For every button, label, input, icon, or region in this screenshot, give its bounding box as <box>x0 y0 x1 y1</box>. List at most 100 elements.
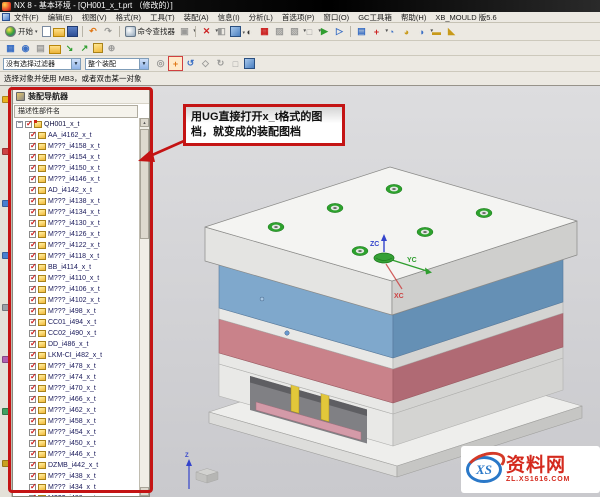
checkbox-icon[interactable] <box>29 418 36 425</box>
part-icon <box>34 121 42 128</box>
resource-bar-icon[interactable] <box>2 96 9 103</box>
checkbox-icon[interactable] <box>29 220 36 227</box>
part-icon <box>38 352 46 359</box>
checkbox-icon[interactable] <box>29 231 36 238</box>
navigator-scrollbar[interactable]: ▲ ▼ <box>139 118 149 496</box>
checkbox-icon[interactable] <box>29 143 36 150</box>
checkbox-icon[interactable] <box>29 429 36 436</box>
checkbox-icon[interactable] <box>29 363 36 370</box>
resource-bar-icon[interactable] <box>2 356 9 363</box>
part-icon <box>38 154 46 161</box>
checkbox-icon[interactable] <box>29 484 36 491</box>
part-name: M???_i4158_x_t <box>48 143 100 150</box>
checkbox-icon[interactable] <box>25 121 32 128</box>
checkbox-icon[interactable] <box>29 198 36 205</box>
checkbox-icon[interactable] <box>29 319 36 326</box>
resource-bar-icon[interactable] <box>2 460 9 467</box>
checkbox-icon[interactable] <box>29 396 36 403</box>
checkbox-icon[interactable] <box>29 473 36 480</box>
checkbox-icon[interactable] <box>29 176 36 183</box>
tree-item[interactable]: M???_i4134_x_t <box>13 207 139 218</box>
checkbox-icon[interactable] <box>29 440 36 447</box>
tree-item[interactable]: M???_i434_x_t <box>13 482 139 493</box>
checkbox-icon[interactable] <box>29 297 36 304</box>
tree-item[interactable]: M???_i4126_x_t <box>13 229 139 240</box>
checkbox-icon[interactable] <box>29 385 36 392</box>
checkbox-icon[interactable] <box>29 374 36 381</box>
resource-bar-icon[interactable] <box>2 408 9 415</box>
tree-item[interactable]: CC01_i494_x_t <box>13 317 139 328</box>
scroll-down-icon[interactable]: ▼ <box>140 487 149 496</box>
checkbox-icon[interactable] <box>29 330 36 337</box>
tree-item[interactable]: M???_i4146_x_t <box>13 174 139 185</box>
collapse-icon[interactable] <box>16 121 23 128</box>
wcs-origin[interactable] <box>374 253 394 263</box>
tree-item[interactable]: M???_i446_x_t <box>13 449 139 460</box>
resource-bar-icon[interactable] <box>2 304 9 311</box>
checkbox-icon[interactable] <box>29 451 36 458</box>
tree-item[interactable]: M???_i4110_x_t <box>13 273 139 284</box>
tree-item[interactable]: BB_i4114_x_t <box>13 262 139 273</box>
resource-bar[interactable] <box>0 86 12 497</box>
tree-item[interactable]: DZMB_i442_x_t <box>13 460 139 471</box>
tree-item[interactable]: M???_i478_x_t <box>13 361 139 372</box>
column-header-part-name[interactable]: 描述性部件名 <box>14 105 138 118</box>
checkbox-icon[interactable] <box>29 341 36 348</box>
tree-item[interactable]: M???_i4154_x_t <box>13 152 139 163</box>
checkbox-icon[interactable] <box>29 352 36 359</box>
tree-item[interactable]: CC02_i490_x_t <box>13 328 139 339</box>
checkbox-icon[interactable] <box>29 154 36 161</box>
tree-item[interactable]: AA_i4162_x_t <box>13 130 139 141</box>
part-icon <box>38 143 46 150</box>
checkbox-icon[interactable] <box>29 495 36 496</box>
tree-item[interactable]: M???_i470_x_t <box>13 383 139 394</box>
tree-item[interactable]: M???_i430_x_t <box>13 493 139 496</box>
checkbox-icon[interactable] <box>29 165 36 172</box>
checkbox-icon[interactable] <box>29 132 36 139</box>
part-name: AD_i4142_x_t <box>48 187 92 194</box>
tree-item[interactable]: M???_i498_x_t <box>13 306 139 317</box>
tree-item[interactable]: M???_i454_x_t <box>13 427 139 438</box>
tree-item[interactable]: M???_i4118_x_t <box>13 251 139 262</box>
tree-item[interactable]: M???_i450_x_t <box>13 438 139 449</box>
checkbox-icon[interactable] <box>29 462 36 469</box>
part-icon <box>38 374 46 381</box>
resource-bar-icon[interactable] <box>2 200 9 207</box>
tree-item[interactable]: M???_i4130_x_t <box>13 218 139 229</box>
tree-item[interactable]: M???_i4122_x_t <box>13 240 139 251</box>
tree-item[interactable]: M???_i458_x_t <box>13 416 139 427</box>
part-icon <box>38 308 46 315</box>
tree-item[interactable]: M???_i4138_x_t <box>13 196 139 207</box>
resource-bar-icon[interactable] <box>2 252 9 259</box>
tree-item[interactable]: M???_i4102_x_t <box>13 295 139 306</box>
tree-item[interactable]: M???_i4150_x_t <box>13 163 139 174</box>
scrollbar-thumb[interactable] <box>140 129 149 239</box>
resource-bar-icon[interactable] <box>2 148 9 155</box>
tree-root-item[interactable]: QH001_x_t <box>13 119 139 130</box>
scroll-up-icon[interactable]: ▲ <box>140 118 149 127</box>
tree-item[interactable]: M???_i4158_x_t <box>13 141 139 152</box>
part-icon <box>38 165 46 172</box>
part-name: M???_i446_x_t <box>48 451 96 458</box>
checkbox-icon[interactable] <box>29 308 36 315</box>
checkbox-icon[interactable] <box>29 187 36 194</box>
tree-item[interactable]: AD_i4142_x_t <box>13 185 139 196</box>
tree-item[interactable]: M???_i466_x_t <box>13 394 139 405</box>
tree-item[interactable]: M???_i462_x_t <box>13 405 139 416</box>
assembly-navigator-header[interactable]: 装配导航器 <box>13 89 149 104</box>
tree-item[interactable]: M???_i438_x_t <box>13 471 139 482</box>
checkbox-icon[interactable] <box>29 209 36 216</box>
checkbox-icon[interactable] <box>29 264 36 271</box>
tree-item[interactable]: M???_i474_x_t <box>13 372 139 383</box>
tree-item[interactable]: LKM-CI_i482_x_t <box>13 350 139 361</box>
checkbox-icon[interactable] <box>29 286 36 293</box>
tree-item[interactable]: DD_i486_x_t <box>13 339 139 350</box>
checkbox-icon[interactable] <box>29 407 36 414</box>
nx-application-window: { "window": { "title": "NX 8 - 基本环境 - [Q… <box>0 0 600 497</box>
checkbox-icon[interactable] <box>29 242 36 249</box>
part-name: M???_i462_x_t <box>48 407 96 414</box>
checkbox-icon[interactable] <box>29 253 36 260</box>
part-icon <box>38 473 46 480</box>
tree-item[interactable]: M???_i4106_x_t <box>13 284 139 295</box>
checkbox-icon[interactable] <box>29 275 36 282</box>
